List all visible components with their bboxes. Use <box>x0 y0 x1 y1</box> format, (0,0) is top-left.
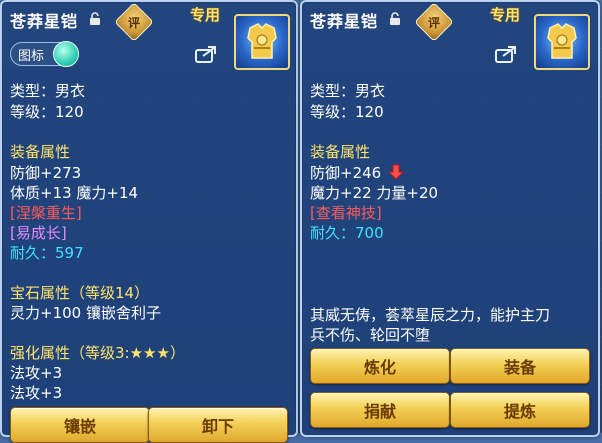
down-arrow-icon <box>387 164 404 180</box>
defense-text: 防御+246 <box>310 164 382 182</box>
rate-badge[interactable]: 评 <box>414 2 454 42</box>
unequip-button[interactable]: 卸下 <box>148 407 288 443</box>
attr-header: 装备属性 <box>310 143 371 161</box>
enhance-header: 强化属性（等级3:★★★） <box>10 344 185 362</box>
equip-button[interactable]: 装备 <box>450 348 590 384</box>
stats-text: 魔力+22 力量+20 <box>310 184 439 202</box>
inlay-button[interactable]: 镶嵌 <box>10 407 150 443</box>
armor-icon[interactable] <box>234 14 290 70</box>
share-icon[interactable] <box>494 44 518 64</box>
share-icon[interactable] <box>194 44 218 64</box>
durability-text: 耐久：700 <box>310 224 384 242</box>
lock-icon[interactable] <box>388 12 402 26</box>
defense-text: 防御+273 <box>10 164 82 182</box>
easy-grow-link[interactable]: [易成长] <box>10 222 67 243</box>
durability-text: 耐久：597 <box>10 244 84 262</box>
type-text: 类型：男衣 <box>310 82 386 100</box>
icon-toggle[interactable]: 图标 <box>10 41 79 67</box>
desc-line-2: 兵不伤、轮回不堕 <box>310 326 431 344</box>
armor-icon[interactable] <box>534 14 590 70</box>
level-text: 等级：120 <box>310 103 384 121</box>
exclusive-label: 专用 <box>490 6 521 24</box>
item-title: 苍莽星铠 <box>10 12 79 31</box>
nirvana-link[interactable]: [涅槃重生] <box>10 202 82 223</box>
enhance-line-1: 法攻+3 <box>10 364 63 382</box>
gem-header: 宝石属性（等级14） <box>10 284 150 302</box>
gem-line: 灵力+100 镶嵌舍利子 <box>10 304 161 322</box>
desc-line-1: 其威无俦，荟萃星辰之力，能护主刀 <box>310 306 551 324</box>
rate-badge[interactable]: 评 <box>114 2 154 42</box>
equipped-item-panel: 苍莽星铠 评 专用 图标 类型：男衣 等级：120 装备属性 防御+273 体质… <box>0 0 298 443</box>
compare-item-panel: 苍莽星铠 评 专用 类型：男衣 等级：120 装备属性 防御+246 魔力+22… <box>300 0 600 437</box>
extract-button[interactable]: 提炼 <box>450 392 590 428</box>
lock-icon[interactable] <box>88 12 102 26</box>
attr-header: 装备属性 <box>10 143 71 161</box>
defense-line: 防御+246 <box>310 162 404 183</box>
level-text: 等级：120 <box>10 103 84 121</box>
toggle-knob <box>53 41 79 67</box>
donate-button[interactable]: 捐献 <box>310 392 450 428</box>
type-text: 类型：男衣 <box>10 82 86 100</box>
view-skill-link[interactable]: [查看神技] <box>310 202 382 223</box>
stats-text: 体质+13 魔力+14 <box>10 184 139 202</box>
refine-button[interactable]: 炼化 <box>310 348 450 384</box>
item-title: 苍莽星铠 <box>310 12 379 31</box>
exclusive-label: 专用 <box>190 6 221 24</box>
enhance-line-2: 法攻+3 <box>10 384 63 402</box>
